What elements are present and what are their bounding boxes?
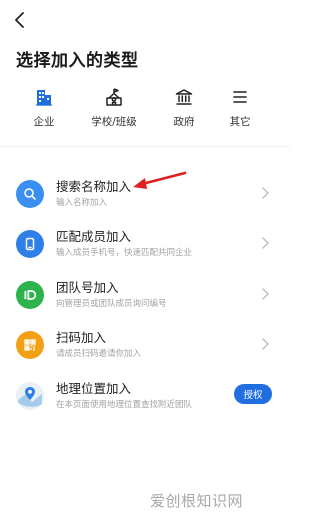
item-subtitle: 输入名称加入 — [56, 198, 108, 208]
tab-school[interactable]: 学校/班级 — [82, 86, 146, 129]
type-tabs: 企业 学校/班级 政府 其它 — [0, 86, 290, 136]
item-subtitle: 请成员扫码邀请你加入 — [56, 349, 142, 359]
item-title: 搜索名称加入 — [56, 179, 132, 194]
location-icon — [16, 382, 44, 410]
menu-icon — [229, 86, 251, 108]
watermark-text: 爱创根知识网 — [150, 492, 244, 510]
list-item-team-id[interactable]: 团队号加入 向管理员或团队成员询问编号 — [0, 269, 290, 319]
list-item-search-name[interactable]: 搜索名称加入 输入名称加入 — [0, 168, 290, 218]
search-icon — [16, 180, 44, 208]
qrcode-icon — [16, 331, 44, 359]
tab-school-label: 学校/班级 — [91, 116, 137, 128]
government-icon — [173, 86, 195, 108]
id-icon — [16, 281, 44, 309]
item-title: 匹配成员加入 — [56, 229, 132, 244]
item-title: 地理位置加入 — [56, 381, 132, 396]
phone-icon — [16, 230, 44, 258]
chevron-right-icon — [262, 338, 269, 350]
tab-enterprise[interactable]: 企业 — [12, 86, 76, 129]
tab-other-label: 其它 — [229, 116, 251, 128]
list-item-scan-code[interactable]: 扫码加入 请成员扫码邀请你加入 — [0, 319, 290, 369]
tab-government-label: 政府 — [173, 116, 195, 128]
divider — [0, 146, 290, 147]
chevron-right-icon — [262, 237, 269, 249]
item-title: 团队号加入 — [56, 280, 119, 295]
item-subtitle: 向管理员或团队成员询问编号 — [56, 299, 167, 309]
item-subtitle: 输入成员手机号，快速匹配共同企业 — [56, 248, 193, 258]
chevron-left-icon — [15, 12, 24, 28]
page-title: 选择加入的类型 — [16, 51, 139, 71]
tab-enterprise-label: 企业 — [33, 116, 55, 128]
tab-government[interactable]: 政府 — [152, 86, 216, 129]
item-title: 扫码加入 — [56, 330, 107, 345]
chevron-right-icon — [262, 288, 269, 300]
item-subtitle: 在本页面使用地理位置查找附近团队 — [56, 400, 193, 410]
school-icon — [103, 86, 125, 108]
list-item-location[interactable]: 地理位置加入 在本页面使用地理位置查找附近团队 授权 — [0, 370, 290, 420]
tab-other[interactable]: 其它 — [208, 86, 272, 129]
back-button[interactable] — [8, 8, 32, 32]
authorize-button[interactable]: 授权 — [234, 384, 272, 404]
building-icon — [33, 86, 55, 108]
chevron-right-icon — [262, 187, 269, 199]
list-item-match-member[interactable]: 匹配成员加入 输入成员手机号，快速匹配共同企业 — [0, 218, 290, 268]
